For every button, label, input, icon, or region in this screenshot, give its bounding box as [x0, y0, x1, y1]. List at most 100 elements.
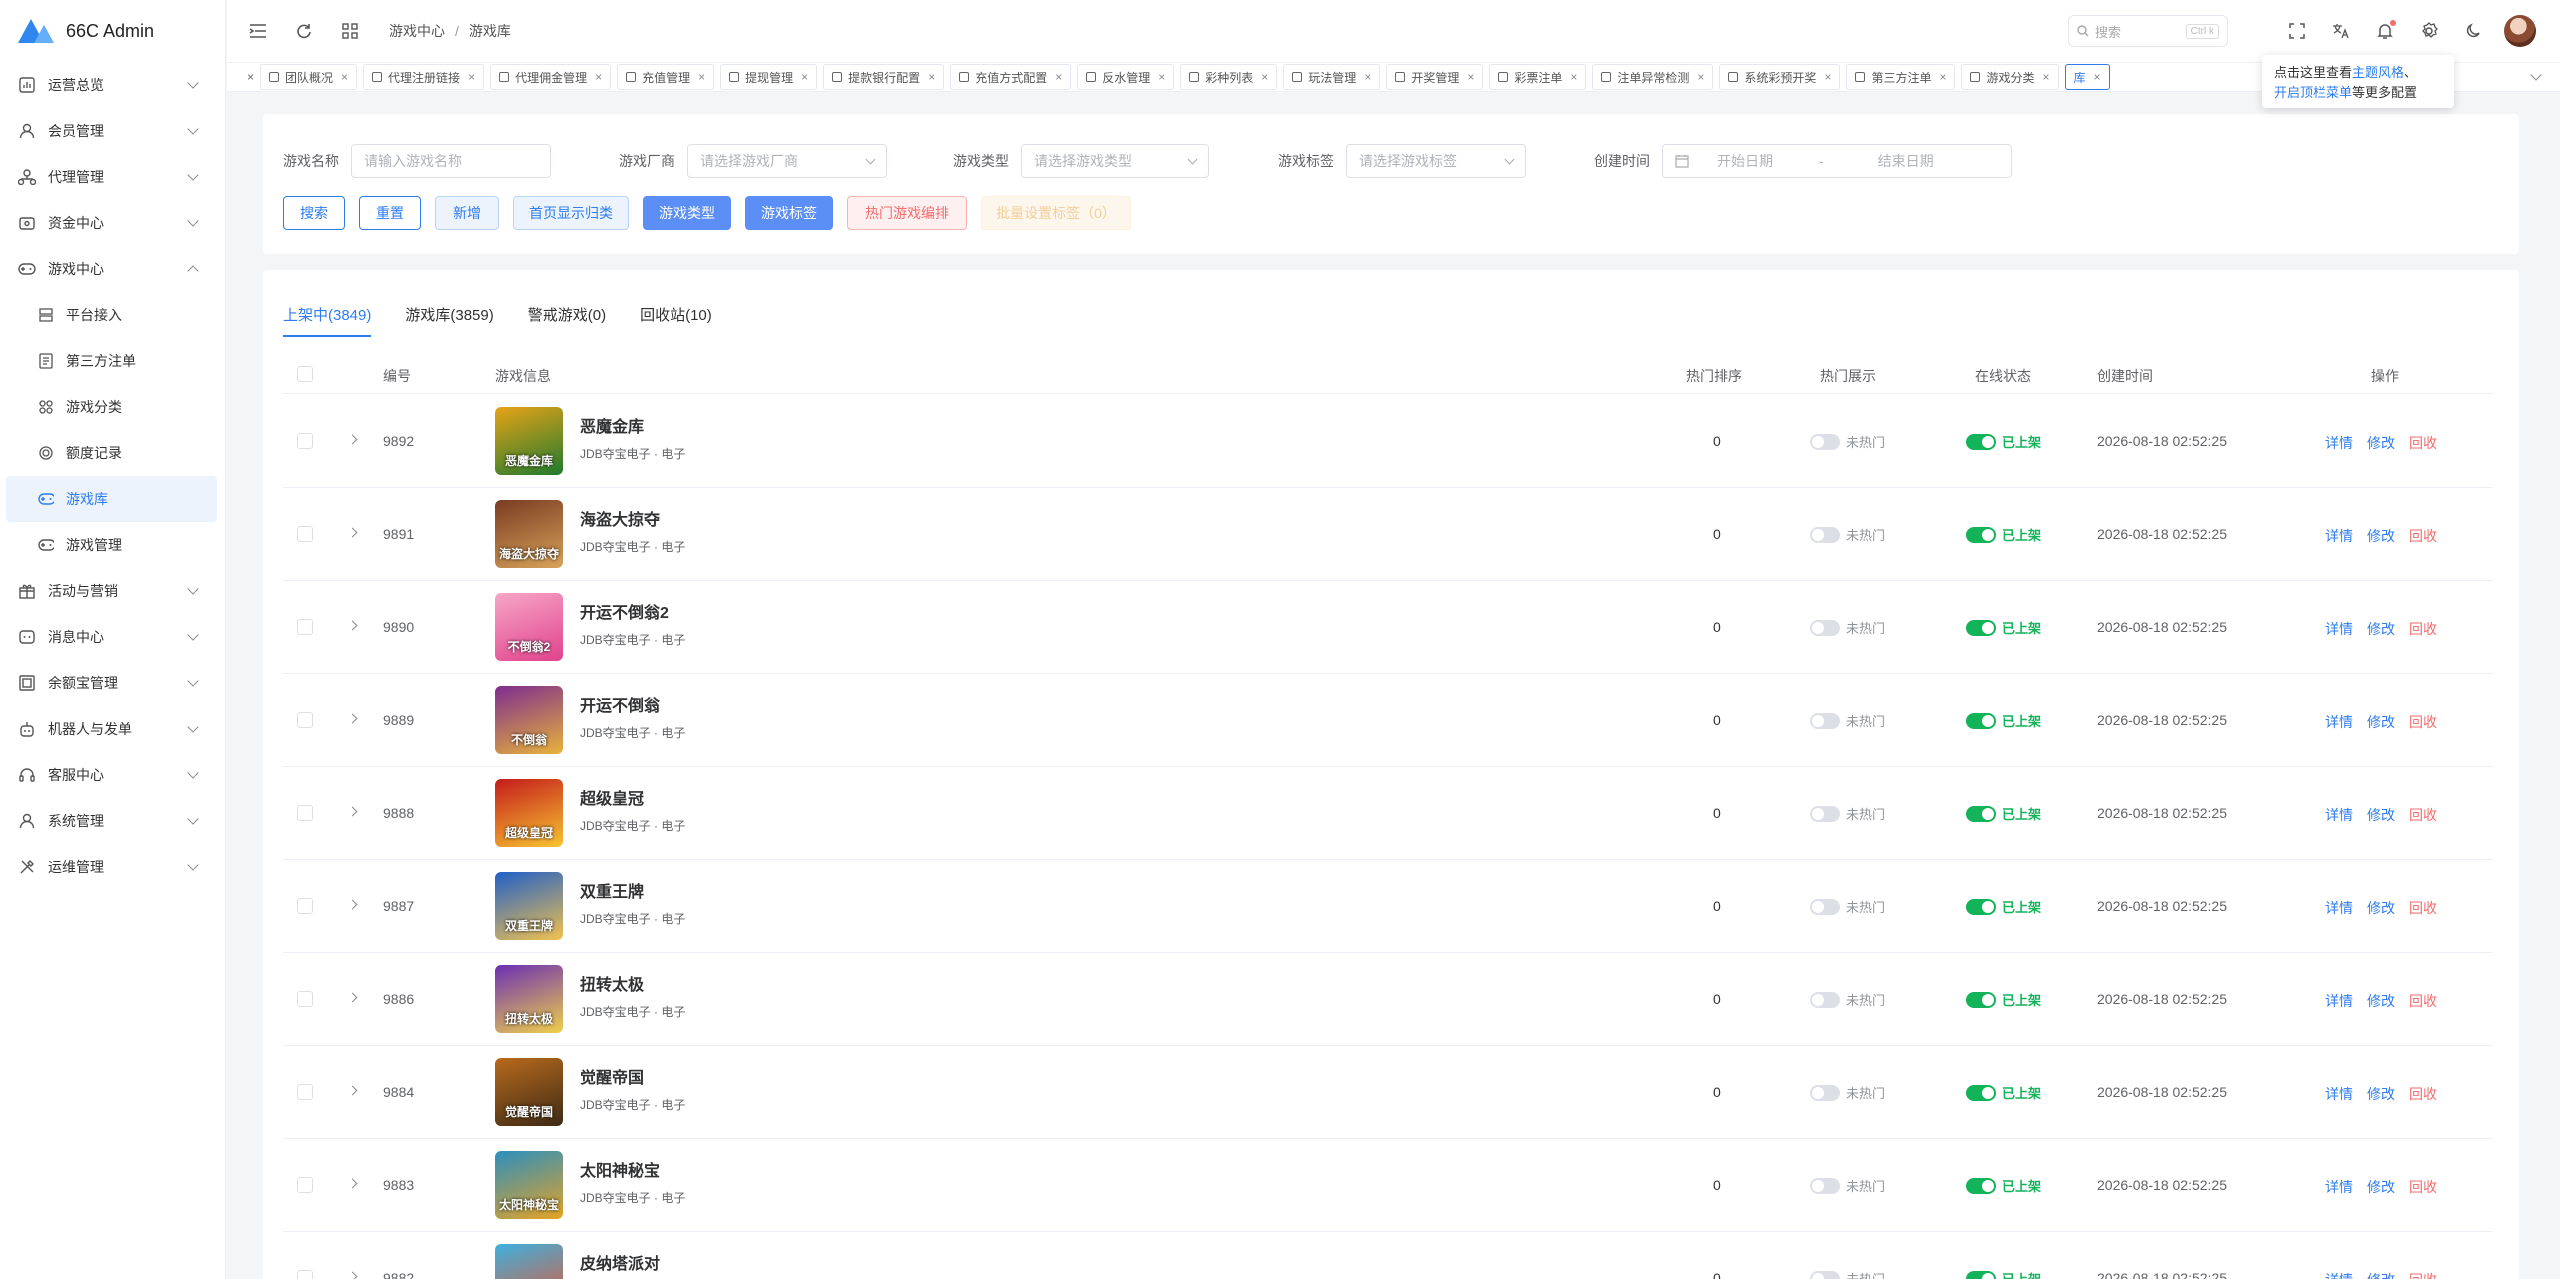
sidebar-item-2[interactable]: 代理管理 — [0, 154, 225, 200]
online-toggle[interactable] — [1966, 991, 1996, 1008]
tab-close-icon[interactable]: × — [1467, 70, 1474, 84]
tab-close-icon[interactable]: × — [1824, 70, 1831, 84]
expand-row-chevron-icon[interactable] — [347, 1178, 358, 1189]
hot-toggle[interactable] — [1810, 1270, 1840, 1279]
select-all-checkbox[interactable] — [297, 366, 313, 382]
tab-10[interactable]: 开奖管理 × — [1386, 64, 1484, 90]
edit-link[interactable]: 修改 — [2367, 1177, 2395, 1197]
sidebar-subitem-2[interactable]: 游戏分类 — [0, 384, 225, 430]
sidebar-item-4[interactable]: 游戏中心 — [0, 246, 225, 292]
edit-link[interactable]: 修改 — [2367, 1270, 2395, 1279]
hot-toggle[interactable] — [1810, 433, 1840, 450]
expand-row-chevron-icon[interactable] — [347, 992, 358, 1003]
status-tab-2[interactable]: 警戒游戏(0) — [528, 304, 606, 337]
detail-link[interactable]: 详情 — [2325, 1084, 2353, 1104]
sidebar-item-after-6[interactable]: 运维管理 — [0, 844, 225, 890]
translate-icon[interactable] — [2330, 20, 2352, 42]
edit-link[interactable]: 修改 — [2367, 526, 2395, 546]
vendor-select[interactable]: 请选择游戏厂商 — [687, 144, 887, 178]
tab-3[interactable]: 充值管理 × — [617, 64, 715, 90]
online-toggle[interactable] — [1966, 433, 1996, 450]
tab-close-icon[interactable]: × — [928, 70, 935, 84]
sidebar-item-after-2[interactable]: 余额宝管理 — [0, 660, 225, 706]
settings-gear-icon[interactable] — [2418, 20, 2440, 42]
column-header-hot-rank[interactable]: 热门排序 — [1686, 366, 1742, 386]
recycle-link[interactable]: 回收 — [2409, 991, 2437, 1011]
game-thumbnail[interactable]: 皮纳塔派对 — [495, 1244, 563, 1279]
tab-active-partial[interactable]: 库 × — [2064, 64, 2110, 90]
game-thumbnail[interactable]: 扭转太极 — [495, 965, 563, 1033]
detail-link[interactable]: 详情 — [2325, 619, 2353, 639]
hot-toggle[interactable] — [1810, 619, 1840, 636]
detail-link[interactable]: 详情 — [2325, 898, 2353, 918]
expand-row-chevron-icon[interactable] — [347, 527, 358, 538]
tab-9[interactable]: 玩法管理 × — [1283, 64, 1381, 90]
edit-link[interactable]: 修改 — [2367, 805, 2395, 825]
game-thumbnail[interactable]: 不倒翁2 — [495, 593, 563, 661]
online-toggle[interactable] — [1966, 526, 1996, 543]
tab-scroll-left-close-icon[interactable]: × — [247, 70, 254, 84]
tab-close-icon[interactable]: × — [468, 70, 475, 84]
game-thumbnail[interactable]: 不倒翁 — [495, 686, 563, 754]
tab-close-icon[interactable]: × — [698, 70, 705, 84]
edit-link[interactable]: 修改 — [2367, 1084, 2395, 1104]
tab-close-icon[interactable]: × — [1697, 70, 1704, 84]
online-toggle[interactable] — [1966, 712, 1996, 729]
row-checkbox[interactable] — [297, 433, 313, 449]
tab-close-icon[interactable]: × — [801, 70, 808, 84]
status-tab-0[interactable]: 上架中(3849) — [283, 304, 372, 337]
row-checkbox[interactable] — [297, 526, 313, 542]
hot-toggle[interactable] — [1810, 805, 1840, 822]
column-header-created[interactable]: 创建时间 — [2097, 366, 2153, 386]
expand-row-chevron-icon[interactable] — [347, 1271, 358, 1279]
detail-link[interactable]: 详情 — [2325, 991, 2353, 1011]
tab-11[interactable]: 彩票注单 × — [1489, 64, 1587, 90]
online-toggle[interactable] — [1966, 898, 1996, 915]
sidebar-subitem-1[interactable]: 第三方注单 — [0, 338, 225, 384]
online-toggle[interactable] — [1966, 1270, 1996, 1279]
recycle-link[interactable]: 回收 — [2409, 712, 2437, 732]
status-tab-1[interactable]: 游戏库(3859) — [405, 304, 493, 337]
tab-close-icon[interactable]: × — [341, 70, 348, 84]
apps-grid-icon[interactable] — [339, 20, 361, 42]
game-thumbnail[interactable]: 恶魔金库 — [495, 407, 563, 475]
tab-2[interactable]: 代理佣金管理 × — [490, 64, 612, 90]
home-category-button[interactable]: 首页显示归类 — [513, 196, 629, 230]
add-button[interactable]: 新增 — [435, 196, 499, 230]
date-start[interactable]: 开始日期 — [1717, 151, 1773, 171]
sidebar-item-after-3[interactable]: 机器人与发单 — [0, 706, 225, 752]
date-end[interactable]: 结束日期 — [1878, 151, 1934, 171]
tooltip-link-theme[interactable]: 主题风格 — [2352, 65, 2404, 80]
sidebar-item-3[interactable]: 资金中心 — [0, 200, 225, 246]
user-avatar[interactable] — [2504, 15, 2536, 47]
hot-toggle[interactable] — [1810, 898, 1840, 915]
tooltip-link-topbar[interactable]: 开启顶栏菜单 — [2274, 85, 2352, 100]
tab-12[interactable]: 注单异常检测 × — [1592, 64, 1714, 90]
tab-5[interactable]: 提款银行配置 × — [823, 64, 945, 90]
status-tab-3[interactable]: 回收站(10) — [640, 304, 712, 337]
row-checkbox[interactable] — [297, 805, 313, 821]
tab-0[interactable]: 团队概况 × — [260, 64, 358, 90]
row-checkbox[interactable] — [297, 1270, 313, 1279]
online-toggle[interactable] — [1966, 619, 1996, 636]
recycle-link[interactable]: 回收 — [2409, 1177, 2437, 1197]
detail-link[interactable]: 详情 — [2325, 712, 2353, 732]
detail-link[interactable]: 详情 — [2325, 1177, 2353, 1197]
batch-set-tag-button[interactable]: 批量设置标签（0） — [981, 196, 1131, 230]
game-thumbnail[interactable]: 超级皇冠 — [495, 779, 563, 847]
app-logo[interactable]: 66C Admin — [0, 0, 225, 62]
tab-close-icon[interactable]: × — [1158, 70, 1165, 84]
row-checkbox[interactable] — [297, 1177, 313, 1193]
game-name-input[interactable]: 请输入游戏名称 — [351, 144, 551, 178]
online-toggle[interactable] — [1966, 805, 1996, 822]
edit-link[interactable]: 修改 — [2367, 619, 2395, 639]
expand-row-chevron-icon[interactable] — [347, 434, 358, 445]
game-thumbnail[interactable]: 觉醒帝国 — [495, 1058, 563, 1126]
tab-13[interactable]: 系统彩预开奖 × — [1719, 64, 1841, 90]
tab-close-icon[interactable]: × — [1261, 70, 1268, 84]
hot-toggle[interactable] — [1810, 526, 1840, 543]
expand-row-chevron-icon[interactable] — [347, 620, 358, 631]
hot-toggle[interactable] — [1810, 1177, 1840, 1194]
recycle-link[interactable]: 回收 — [2409, 1270, 2437, 1279]
hot-toggle[interactable] — [1810, 991, 1840, 1008]
